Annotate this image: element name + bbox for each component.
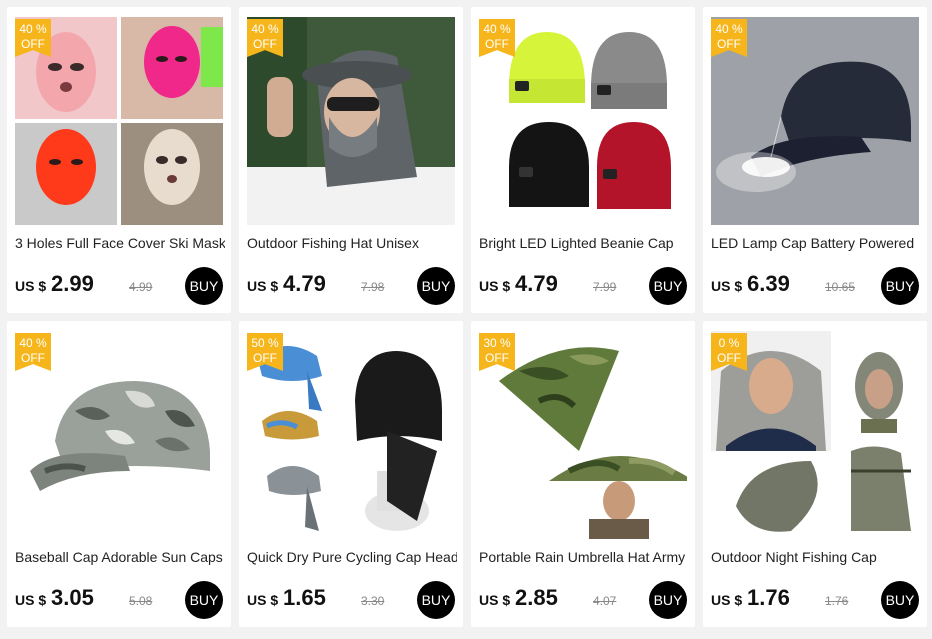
buy-button[interactable]: BUY: [417, 267, 455, 305]
discount-percent: 40 %: [19, 22, 47, 36]
discount-percent: 40 %: [715, 22, 743, 36]
price-row: US $ 6.39 10.65 BUY: [711, 267, 921, 305]
discount-off-label: OFF: [485, 351, 509, 365]
product-card[interactable]: 30 % OFF Portable Rain Umbrella Hat Army…: [471, 321, 695, 627]
price-row: US $ 1.65 3.30 BUY: [247, 581, 457, 619]
product-card[interactable]: 40 % OFF LED Lamp Cap Battery Powered US…: [703, 7, 927, 313]
price-row: US $ 1.76 1.76 BUY: [711, 581, 921, 619]
buy-button[interactable]: BUY: [649, 267, 687, 305]
product-title[interactable]: Baseball Cap Adorable Sun Caps: [15, 549, 225, 565]
original-price: 1.76: [825, 594, 849, 608]
currency-label: US $: [479, 278, 511, 294]
currency-label: US $: [247, 592, 279, 608]
price: 3.05: [51, 585, 94, 610]
buy-button[interactable]: BUY: [881, 581, 919, 619]
product-title[interactable]: Quick Dry Pure Cycling Cap Head: [247, 549, 457, 565]
product-title[interactable]: 3 Holes Full Face Cover Ski Mask: [15, 235, 225, 251]
price: 4.79: [283, 271, 326, 296]
product-title[interactable]: Outdoor Night Fishing Cap: [711, 549, 921, 565]
product-card[interactable]: 40 % OFF Bright LED Lighted Beanie Cap U…: [471, 7, 695, 313]
product-title[interactable]: Portable Rain Umbrella Hat Army: [479, 549, 689, 565]
price-row: US $ 2.99 4.99 BUY: [15, 267, 225, 305]
buy-button[interactable]: BUY: [185, 267, 223, 305]
buy-button[interactable]: BUY: [185, 581, 223, 619]
original-price: 4.99: [129, 280, 153, 294]
price-row: US $ 2.85 4.07 BUY: [479, 581, 689, 619]
product-card[interactable]: 40 % OFF 3 Holes Full Face Cover Ski Mas…: [7, 7, 231, 313]
product-title[interactable]: Bright LED Lighted Beanie Cap: [479, 235, 689, 251]
discount-off-label: OFF: [21, 37, 45, 51]
discount-off-label: OFF: [253, 351, 277, 365]
price: 4.79: [515, 271, 558, 296]
discount-off-label: OFF: [253, 37, 277, 51]
product-card[interactable]: 40 % OFF Baseball Cap Adorable Sun Caps …: [7, 321, 231, 627]
product-card[interactable]: 40 % OFF Outdoor Fishing Hat Unisex US $…: [239, 7, 463, 313]
discount-percent: 40 %: [483, 22, 511, 36]
original-price: 5.08: [129, 594, 153, 608]
price: 1.76: [747, 585, 790, 610]
product-title[interactable]: Outdoor Fishing Hat Unisex: [247, 235, 457, 251]
buy-button[interactable]: BUY: [649, 581, 687, 619]
currency-label: US $: [711, 278, 743, 294]
product-card[interactable]: 50 % OFF Quick Dry Pure Cycling Cap Head…: [239, 321, 463, 627]
original-price: 7.98: [361, 280, 385, 294]
original-price: 3.30: [361, 594, 385, 608]
buy-button[interactable]: BUY: [881, 267, 919, 305]
price: 1.65: [283, 585, 326, 610]
currency-label: US $: [15, 278, 47, 294]
original-price: 7.99: [593, 280, 617, 294]
price: 2.85: [515, 585, 558, 610]
original-price: 4.07: [593, 594, 617, 608]
product-grid: 40 % OFF 3 Holes Full Face Cover Ski Mas…: [0, 0, 932, 639]
price-row: US $ 3.05 5.08 BUY: [15, 581, 225, 619]
discount-percent: 40 %: [251, 22, 279, 36]
discount-percent: 30 %: [483, 336, 511, 350]
product-card[interactable]: 0 % OFF Outdoor Night Fishing Cap US $ 1…: [703, 321, 927, 627]
discount-percent: 50 %: [251, 336, 279, 350]
discount-off-label: OFF: [485, 37, 509, 51]
currency-label: US $: [711, 592, 743, 608]
buy-button[interactable]: BUY: [417, 581, 455, 619]
product-title[interactable]: LED Lamp Cap Battery Powered: [711, 235, 921, 251]
discount-off-label: OFF: [717, 37, 741, 51]
price: 2.99: [51, 271, 94, 296]
discount-percent: 40 %: [19, 336, 47, 350]
currency-label: US $: [479, 592, 511, 608]
currency-label: US $: [15, 592, 47, 608]
currency-label: US $: [247, 278, 279, 294]
discount-off-label: OFF: [717, 351, 741, 365]
price: 6.39: [747, 271, 790, 296]
original-price: 10.65: [825, 280, 856, 294]
discount-off-label: OFF: [21, 351, 45, 365]
discount-percent: 0 %: [718, 336, 740, 350]
price-row: US $ 4.79 7.99 BUY: [479, 267, 689, 305]
price-row: US $ 4.79 7.98 BUY: [247, 267, 457, 305]
